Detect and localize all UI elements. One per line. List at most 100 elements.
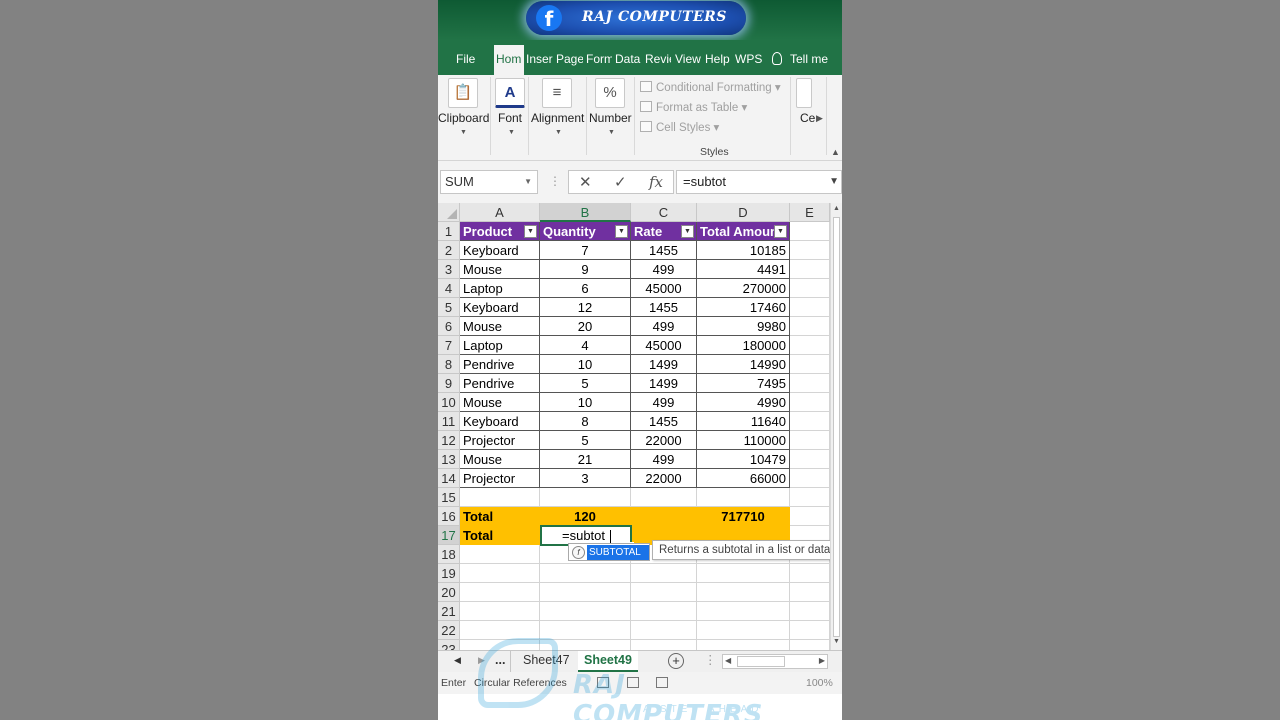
row-header[interactable]: 6 bbox=[438, 317, 460, 336]
grid-cell[interactable] bbox=[790, 431, 830, 450]
autocomplete-item-subtotal[interactable]: SUBTOTAL bbox=[587, 545, 649, 560]
scroll-down-icon[interactable]: ▼ bbox=[833, 638, 840, 645]
row-header[interactable]: 14 bbox=[438, 469, 460, 488]
tab-help[interactable]: Help bbox=[705, 50, 732, 72]
add-sheet-icon[interactable]: + bbox=[668, 653, 684, 669]
chevron-right-icon[interactable]: ▶ bbox=[816, 113, 823, 124]
grid-cell[interactable] bbox=[460, 488, 540, 507]
table-cell[interactable]: 45000 bbox=[631, 279, 697, 298]
table-cell[interactable]: 11640 bbox=[697, 412, 790, 431]
tab-wps[interactable]: WPS bbox=[735, 50, 763, 72]
table-cell[interactable]: 7 bbox=[540, 241, 631, 260]
alignment-icon[interactable]: ≡ bbox=[542, 78, 572, 108]
row-header[interactable]: 2 bbox=[438, 241, 460, 260]
scroll-thumb[interactable] bbox=[833, 217, 840, 637]
table-cell[interactable]: Projector bbox=[460, 469, 540, 488]
table-header-cell[interactable]: Product ▼ bbox=[460, 222, 540, 241]
grid-cell[interactable] bbox=[697, 602, 790, 621]
table-cell[interactable]: 1455 bbox=[631, 298, 697, 317]
grid-cell[interactable] bbox=[460, 564, 540, 583]
font-icon[interactable]: A bbox=[495, 78, 525, 108]
tab-review[interactable]: Revie bbox=[645, 50, 671, 72]
row-header[interactable]: 16 bbox=[438, 507, 460, 526]
table-cell[interactable]: 7495 bbox=[697, 374, 790, 393]
table-cell[interactable]: 8 bbox=[540, 412, 631, 431]
sheet-tab-sheet47[interactable]: Sheet47 bbox=[510, 651, 583, 672]
grid-cell[interactable] bbox=[697, 621, 790, 640]
grid-cell[interactable] bbox=[460, 602, 540, 621]
table-cell[interactable]: 499 bbox=[631, 260, 697, 279]
row-header[interactable]: 9 bbox=[438, 374, 460, 393]
function-autocomplete[interactable]: f SUBTOTAL bbox=[568, 543, 650, 561]
filter-dropdown-icon[interactable]: ▼ bbox=[774, 225, 787, 238]
row-header[interactable]: 3 bbox=[438, 260, 460, 279]
table-cell[interactable]: Keyboard bbox=[460, 241, 540, 260]
grid-cell[interactable] bbox=[790, 564, 830, 583]
grid-cell[interactable] bbox=[631, 583, 697, 602]
row-header[interactable]: 10 bbox=[438, 393, 460, 412]
grid-cell[interactable] bbox=[790, 222, 830, 241]
scroll-left-icon[interactable]: ◀ bbox=[725, 656, 731, 665]
row-header[interactable]: 1 bbox=[438, 222, 460, 241]
grid-cell[interactable] bbox=[631, 621, 697, 640]
collapse-ribbon-icon[interactable]: ▲ bbox=[831, 147, 840, 157]
row-header[interactable]: 7 bbox=[438, 336, 460, 355]
table-header-cell[interactable]: Rate ▼ bbox=[631, 222, 697, 241]
more-sheets[interactable]: ... bbox=[495, 651, 505, 672]
grid-cell[interactable] bbox=[697, 564, 790, 583]
table-cell[interactable]: Mouse bbox=[460, 393, 540, 412]
grid-cell[interactable] bbox=[631, 564, 697, 583]
cells-label[interactable]: Ce bbox=[800, 111, 815, 125]
filter-dropdown-icon[interactable]: ▼ bbox=[681, 225, 694, 238]
table-cell[interactable]: 1499 bbox=[631, 374, 697, 393]
chevron-down-icon[interactable]: ▼ bbox=[524, 171, 532, 193]
scroll-right-icon[interactable]: ▶ bbox=[819, 656, 825, 665]
font-label[interactable]: Font bbox=[498, 111, 522, 125]
table-cell[interactable]: Pendrive bbox=[460, 374, 540, 393]
expand-formula-icon[interactable]: ▼ bbox=[829, 171, 839, 193]
tab-formulas[interactable]: Form bbox=[586, 50, 612, 72]
table-cell[interactable]: 12 bbox=[540, 298, 631, 317]
table-cell[interactable]: 110000 bbox=[697, 431, 790, 450]
table-cell[interactable]: 1499 bbox=[631, 355, 697, 374]
scroll-up-icon[interactable]: ▲ bbox=[833, 205, 840, 212]
cancel-icon[interactable]: ✕ bbox=[579, 173, 592, 191]
zoom-level[interactable]: 100% bbox=[806, 672, 833, 694]
table-cell[interactable]: 4491 bbox=[697, 260, 790, 279]
row-header[interactable]: 22 bbox=[438, 621, 460, 640]
cells-icon[interactable] bbox=[796, 78, 812, 108]
table-cell[interactable]: 14990 bbox=[697, 355, 790, 374]
paste-icon[interactable]: 📋 bbox=[448, 78, 478, 108]
select-all-corner[interactable] bbox=[438, 203, 460, 222]
grid-cell[interactable] bbox=[460, 583, 540, 602]
grid-cell[interactable] bbox=[697, 640, 790, 650]
total-cell[interactable]: 120 bbox=[540, 507, 631, 526]
normal-view-icon[interactable] bbox=[597, 677, 609, 688]
table-cell[interactable]: 22000 bbox=[631, 431, 697, 450]
tab-insert[interactable]: Inser bbox=[526, 50, 554, 72]
table-cell[interactable]: 1455 bbox=[631, 412, 697, 431]
grid-cell[interactable] bbox=[790, 488, 830, 507]
grid-cell[interactable] bbox=[697, 583, 790, 602]
table-cell[interactable]: 10479 bbox=[697, 450, 790, 469]
row-header[interactable]: 19 bbox=[438, 564, 460, 583]
formula-input[interactable]: =subtot ▼ bbox=[676, 170, 842, 194]
table-cell[interactable]: 45000 bbox=[631, 336, 697, 355]
table-cell[interactable]: 10185 bbox=[697, 241, 790, 260]
row-header[interactable]: 13 bbox=[438, 450, 460, 469]
table-cell[interactable]: 17460 bbox=[697, 298, 790, 317]
table-cell[interactable]: 270000 bbox=[697, 279, 790, 298]
table-cell[interactable]: 10 bbox=[540, 393, 631, 412]
grid-cell[interactable] bbox=[460, 640, 540, 650]
table-cell[interactable]: Mouse bbox=[460, 450, 540, 469]
table-cell[interactable]: 5 bbox=[540, 431, 631, 450]
grid-cell[interactable] bbox=[540, 583, 631, 602]
insert-function-icon[interactable]: fx bbox=[649, 173, 663, 191]
grid-cell[interactable] bbox=[790, 412, 830, 431]
sheet-tab-sheet49[interactable]: Sheet49 bbox=[578, 651, 638, 672]
next-sheet-icon[interactable]: ▶ bbox=[478, 651, 485, 672]
grid-cell[interactable] bbox=[790, 507, 830, 526]
table-cell[interactable]: 9980 bbox=[697, 317, 790, 336]
clipboard-label[interactable]: Clipboard bbox=[438, 111, 489, 125]
page-break-view-icon[interactable] bbox=[656, 677, 668, 688]
